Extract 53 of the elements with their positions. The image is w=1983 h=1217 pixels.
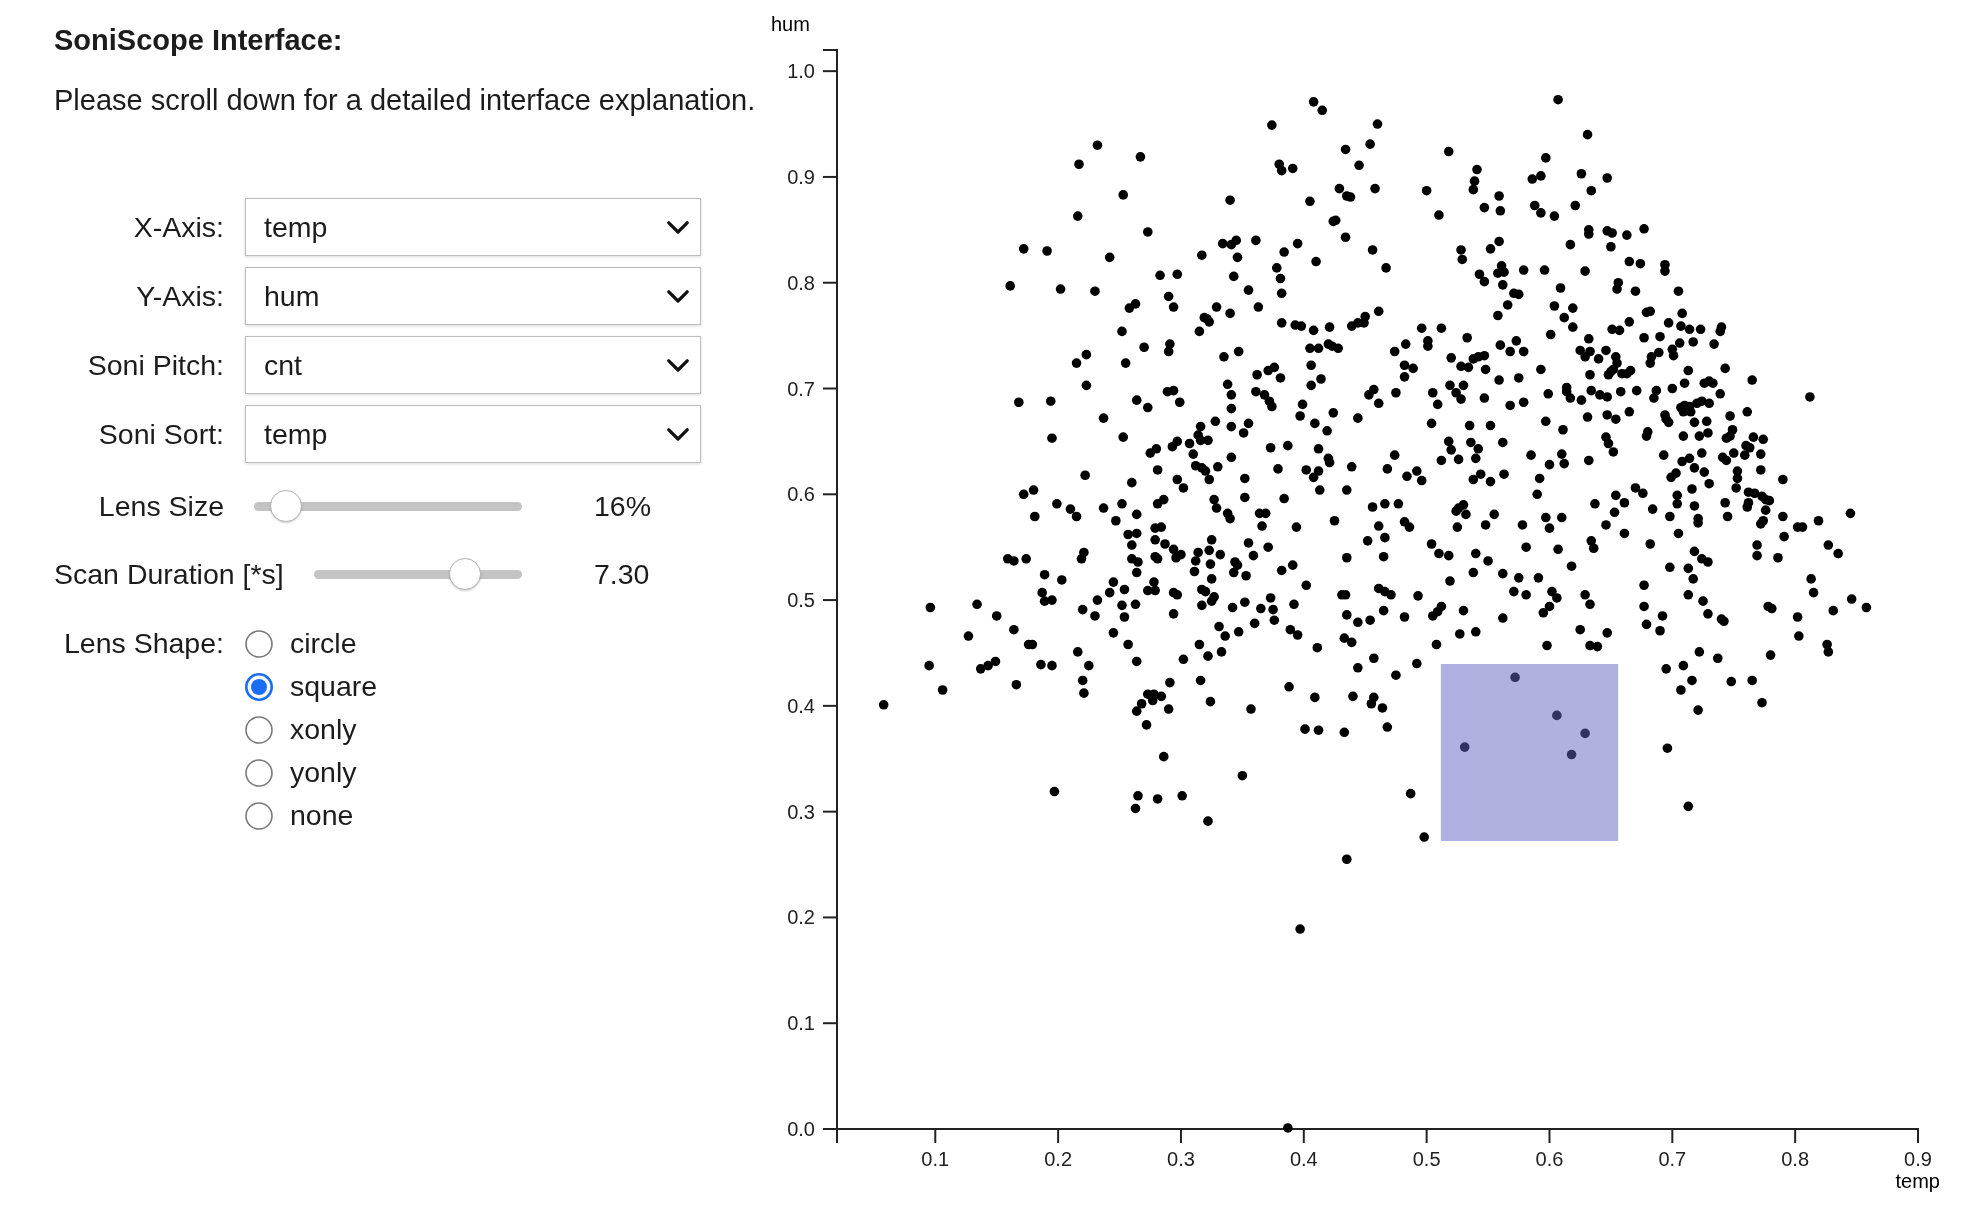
tick-label: 0.1 <box>921 1148 950 1170</box>
radio-label[interactable]: xonly <box>290 713 357 746</box>
tick-label: 0.4 <box>1289 1148 1318 1170</box>
tick-label: 0.6 <box>1535 1148 1564 1170</box>
field-label: Lens Size <box>97 489 224 523</box>
slider-thumb[interactable] <box>448 558 481 590</box>
tick-label: 0.7 <box>787 377 815 400</box>
tick-label: 0.8 <box>787 271 815 294</box>
slider-value: 16% <box>594 489 653 523</box>
dropdown[interactable]: cnt <box>245 336 701 394</box>
dropdown[interactable]: hum <box>245 267 701 325</box>
field-label: Soni Pitch: <box>86 348 224 382</box>
field-label: Y-Axis: <box>135 279 224 313</box>
instruction-text: Please scroll down for a detailed interface explanation. <box>54 83 757 117</box>
tick-label: 0.7 <box>1658 1148 1687 1170</box>
radio-label[interactable]: none <box>290 799 354 832</box>
radio-button[interactable] <box>245 715 273 744</box>
page-title: SoniScope Interface: <box>54 23 344 57</box>
tick-label: 0.9 <box>787 165 815 188</box>
dropdown[interactable]: temp <box>245 405 701 463</box>
radio-label[interactable]: square <box>290 670 378 703</box>
tick-label: 0.5 <box>787 589 815 612</box>
tick-label: 0.5 <box>1412 1148 1441 1170</box>
tick-label: 0.3 <box>1167 1148 1195 1170</box>
tick-label: 1.0 <box>787 60 815 83</box>
radio-button[interactable] <box>245 672 273 701</box>
radio-label[interactable]: circle <box>290 627 357 660</box>
chevron-down-icon <box>667 289 689 303</box>
dropdown[interactable]: temp <box>245 198 701 256</box>
chevron-down-icon <box>667 220 689 234</box>
slider-thumb[interactable] <box>270 490 303 522</box>
tick-label: 0.9 <box>1904 1148 1932 1170</box>
radio-button[interactable] <box>245 758 273 787</box>
field-label: Lens Shape: <box>62 626 224 661</box>
field-label: X-Axis: <box>132 210 224 244</box>
tick-label: 0.0 <box>787 1118 815 1140</box>
radio-label[interactable]: yonly <box>290 756 357 789</box>
axis-title: temp <box>1895 1170 1940 1192</box>
tick-label: 0.8 <box>1781 1148 1810 1170</box>
tick-label: 0.1 <box>787 1012 815 1035</box>
tick-label: 0.3 <box>787 800 815 823</box>
chevron-down-icon <box>667 427 689 441</box>
field-label: Soni Sort: <box>97 417 224 451</box>
field-label: Scan Duration [*s] <box>54 557 284 591</box>
radio-button[interactable] <box>245 629 273 658</box>
tick-label: 0.2 <box>1044 1148 1072 1170</box>
radio-button[interactable] <box>245 801 273 830</box>
tick-label: 0.2 <box>787 906 815 929</box>
tick-label: 0.4 <box>787 694 815 717</box>
axis-title: hum <box>771 13 810 35</box>
tick-label: 0.6 <box>787 483 815 506</box>
slider-value: 7.30 <box>594 557 651 591</box>
chevron-down-icon <box>667 358 689 372</box>
